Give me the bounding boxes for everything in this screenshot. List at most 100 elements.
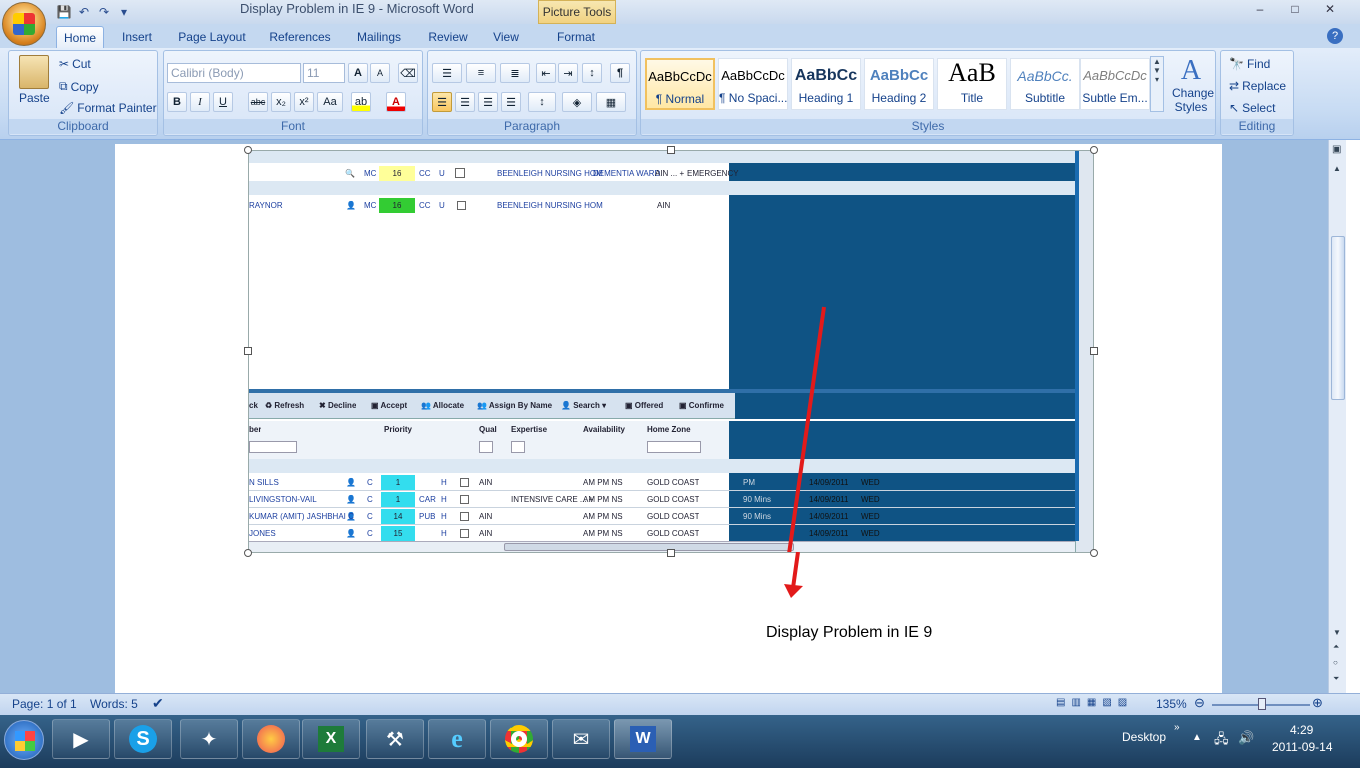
- show-formatting-button[interactable]: ¶: [610, 63, 630, 83]
- resize-handle-sw[interactable]: [244, 549, 252, 557]
- tab-home[interactable]: Home: [56, 26, 104, 48]
- change-styles-button[interactable]: A Change Styles: [1172, 56, 1214, 118]
- help-icon[interactable]: ?: [1327, 28, 1343, 44]
- next-page-icon[interactable]: ⏷: [1333, 674, 1339, 684]
- zoom-level[interactable]: 135%: [1156, 697, 1187, 711]
- clear-formatting-icon[interactable]: ⌫: [398, 63, 418, 83]
- resize-handle-n[interactable]: [667, 146, 675, 154]
- zoom-in-icon[interactable]: ⊕: [1312, 695, 1323, 711]
- decrease-indent-icon[interactable]: ⇤: [536, 63, 556, 83]
- grow-font-button[interactable]: A: [348, 63, 368, 83]
- select-button[interactable]: Select: [1242, 101, 1275, 115]
- resize-handle-ne[interactable]: [1090, 146, 1098, 154]
- tools-icon[interactable]: ⚒: [366, 719, 424, 759]
- underline-button[interactable]: U: [213, 92, 233, 112]
- vertical-scrollbar[interactable]: ▣ ▲ ▼ ⏶ ○ ⏷: [1328, 140, 1346, 693]
- minimize-button[interactable]: –: [1250, 2, 1270, 18]
- ruler-toggle-icon[interactable]: ▣: [1332, 144, 1341, 155]
- scroll-down-icon[interactable]: ▼: [1333, 628, 1341, 637]
- internet-explorer-icon[interactable]: e: [428, 719, 486, 759]
- style-heading-1[interactable]: AaBbCc Heading 1: [791, 58, 861, 110]
- network-icon[interactable]: 🖧: [1214, 730, 1229, 752]
- tab-mailings[interactable]: Mailings: [348, 26, 410, 48]
- tab-format[interactable]: Format: [546, 26, 606, 48]
- save-icon[interactable]: 💾: [56, 4, 72, 20]
- resize-handle-e[interactable]: [1090, 347, 1098, 355]
- browse-object-icon[interactable]: ○: [1333, 658, 1338, 667]
- find-button[interactable]: Find: [1247, 57, 1270, 71]
- word-icon[interactable]: W: [614, 719, 672, 759]
- firefox-icon[interactable]: [242, 719, 300, 759]
- copy-button[interactable]: Copy: [71, 80, 99, 94]
- paste-button[interactable]: Paste: [19, 91, 50, 105]
- font-color-button[interactable]: A: [386, 92, 406, 112]
- numbering-icon[interactable]: ≡: [466, 63, 496, 83]
- tab-references[interactable]: References: [262, 26, 338, 48]
- view-buttons[interactable]: ▤▥▦▧▨: [1056, 697, 1133, 708]
- style-normal[interactable]: AaBbCcDc ¶ Normal: [645, 58, 715, 110]
- style-title[interactable]: AaB Title: [937, 58, 1007, 110]
- shading-icon[interactable]: ◈: [562, 92, 592, 112]
- app-icon[interactable]: ✦: [180, 719, 238, 759]
- borders-icon[interactable]: ▦: [596, 92, 626, 112]
- desktop-toolbar[interactable]: Desktop: [1122, 730, 1166, 744]
- justify-icon[interactable]: ☰: [501, 92, 521, 112]
- media-player-icon[interactable]: ▶: [52, 719, 110, 759]
- bold-button[interactable]: B: [167, 92, 187, 112]
- maximize-button[interactable]: □: [1285, 2, 1305, 18]
- superscript-button[interactable]: x²: [294, 92, 314, 112]
- replace-button[interactable]: Replace: [1242, 79, 1286, 93]
- strikethrough-button[interactable]: abc: [248, 92, 268, 112]
- scroll-thumb[interactable]: [1331, 236, 1345, 400]
- office-button[interactable]: [2, 2, 46, 46]
- tab-view[interactable]: View: [484, 26, 528, 48]
- document-caption[interactable]: Display Problem in IE 9: [766, 624, 932, 642]
- style-no-spacing[interactable]: AaBbCcDc ¶ No Spaci...: [718, 58, 788, 110]
- close-button[interactable]: ✕: [1320, 2, 1340, 18]
- start-button[interactable]: [4, 720, 44, 760]
- multilevel-list-icon[interactable]: ≣: [500, 63, 530, 83]
- font-size-combo[interactable]: 11: [303, 63, 345, 83]
- cut-button[interactable]: Cut: [72, 57, 91, 71]
- zoom-out-icon[interactable]: ⊖: [1194, 695, 1205, 711]
- clock-date[interactable]: 2011-09-14: [1272, 740, 1333, 754]
- clock-time[interactable]: 4:29: [1290, 723, 1313, 737]
- italic-button[interactable]: I: [190, 92, 210, 112]
- style-heading-2[interactable]: AaBbCc Heading 2: [864, 58, 934, 110]
- align-right-icon[interactable]: ☰: [478, 92, 498, 112]
- volume-icon[interactable]: 🔊: [1238, 730, 1254, 746]
- show-hidden-icons[interactable]: ▲: [1192, 732, 1202, 743]
- zoom-slider-thumb[interactable]: [1258, 698, 1266, 710]
- resize-handle-s[interactable]: [667, 549, 675, 557]
- style-subtitle[interactable]: AaBbCc. Subtitle: [1010, 58, 1080, 110]
- line-spacing-icon[interactable]: ↕: [528, 92, 556, 112]
- word-count[interactable]: Words: 5: [90, 697, 138, 711]
- excel-icon[interactable]: X: [302, 719, 360, 759]
- skype-icon[interactable]: S: [114, 719, 172, 759]
- previous-page-icon[interactable]: ⏶: [1333, 642, 1339, 652]
- subscript-button[interactable]: x₂: [271, 92, 291, 112]
- redo-icon[interactable]: ↷: [96, 4, 112, 20]
- page-count[interactable]: Page: 1 of 1: [12, 697, 77, 711]
- styles-scroll[interactable]: ▲ ▼ ▾: [1150, 56, 1164, 112]
- customize-qat-icon[interactable]: ▾: [116, 4, 132, 20]
- sort-icon[interactable]: ↕: [582, 63, 602, 83]
- outlook-icon[interactable]: ✉: [552, 719, 610, 759]
- tab-insert[interactable]: Insert: [112, 26, 162, 48]
- paste-icon[interactable]: [19, 55, 49, 89]
- change-case-button[interactable]: Aa: [317, 92, 343, 112]
- tab-review[interactable]: Review: [420, 26, 476, 48]
- proofing-icon[interactable]: ✔: [152, 695, 164, 712]
- embedded-screenshot[interactable]: 🔍 MC 16 CC U BEENLEIGH NURSING HOM DEMEN…: [248, 150, 1094, 553]
- increase-indent-icon[interactable]: ⇥: [558, 63, 578, 83]
- align-center-icon[interactable]: ☰: [455, 92, 475, 112]
- resize-handle-nw[interactable]: [244, 146, 252, 154]
- scroll-up-icon[interactable]: ▲: [1333, 164, 1341, 173]
- shrink-font-button[interactable]: A: [370, 63, 390, 83]
- tab-page-layout[interactable]: Page Layout: [172, 26, 252, 48]
- undo-icon[interactable]: ↶: [76, 4, 92, 20]
- format-painter-button[interactable]: Format Painter: [77, 101, 156, 115]
- align-left-icon[interactable]: ☰: [432, 92, 452, 112]
- style-subtle-emphasis[interactable]: AaBbCcDc Subtle Em...: [1080, 58, 1150, 110]
- font-family-combo[interactable]: Calibri (Body): [167, 63, 301, 83]
